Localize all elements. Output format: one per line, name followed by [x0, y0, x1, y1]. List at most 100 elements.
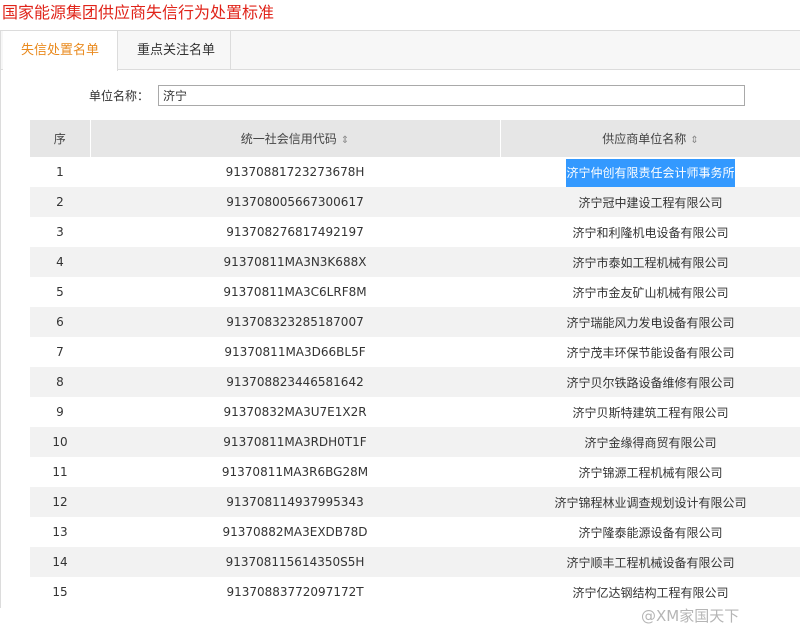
cell-index-text: 9	[56, 405, 64, 419]
cell-credit-code: 913708823446581642	[90, 367, 500, 397]
cell-credit-code-text: 913708005667300617	[226, 195, 364, 209]
cell-supplier-name-text: 济宁隆泰能源设备有限公司	[578, 525, 723, 540]
table-row[interactable]: 15 91370883772097172T 济宁亿达钢结构工程有限公司	[30, 577, 800, 607]
cell-credit-code-text: 91370832MA3U7E1X2R	[223, 405, 367, 419]
cell-credit-code: 91370811MA3RDH0T1F	[90, 427, 500, 457]
cell-supplier-name-text: 济宁市金友矿山机械有限公司	[572, 285, 729, 300]
tab-watch-list[interactable]: 重点关注名单	[119, 31, 231, 70]
table-row[interactable]: 4 91370811MA3N3K688X 济宁市泰如工程机械有限公司	[30, 247, 800, 277]
cell-index: 15	[30, 577, 90, 607]
cell-supplier-name: 济宁冠中建设工程有限公司	[500, 187, 800, 217]
table-row[interactable]: 2 913708005667300617 济宁冠中建设工程有限公司	[30, 187, 800, 217]
cell-credit-code: 913708114937995343	[90, 487, 500, 517]
cell-credit-code: 91370832MA3U7E1X2R	[90, 397, 500, 427]
cell-credit-code: 91370811MA3N3K688X	[90, 247, 500, 277]
sort-icon[interactable]: ⇕	[690, 135, 698, 146]
cell-supplier-name: 济宁顺丰工程机械设备有限公司	[500, 547, 800, 577]
cell-supplier-name: 济宁亿达钢结构工程有限公司	[500, 577, 800, 607]
cell-supplier-name: 济宁茂丰环保节能设备有限公司	[500, 337, 800, 367]
cell-index: 7	[30, 337, 90, 367]
cell-credit-code: 913708115614350S5H	[90, 547, 500, 577]
cell-index: 5	[30, 277, 90, 307]
cell-supplier-name: 济宁贝斯特建筑工程有限公司	[500, 397, 800, 427]
cell-credit-code-text: 91370811MA3C6LRF8M	[223, 285, 367, 299]
sort-icon[interactable]: ⇕	[341, 135, 349, 146]
company-name-label: 单位名称：	[89, 89, 150, 103]
cell-supplier-name: 济宁锦源工程机械有限公司	[500, 457, 800, 487]
cell-supplier-name: 济宁瑞能风力发电设备有限公司	[500, 307, 800, 337]
cell-credit-code-text: 91370811MA3N3K688X	[223, 255, 367, 269]
table-row[interactable]: 5 91370811MA3C6LRF8M 济宁市金友矿山机械有限公司	[30, 277, 800, 307]
cell-supplier-name: 济宁市金友矿山机械有限公司	[500, 277, 800, 307]
cell-supplier-name: 济宁贝尔铁路设备维修有限公司	[500, 367, 800, 397]
tab-bar: 失信处置名单 重点关注名单	[1, 31, 800, 71]
cell-index: 13	[30, 517, 90, 547]
table-row[interactable]: 8 913708823446581642 济宁贝尔铁路设备维修有限公司	[30, 367, 800, 397]
cell-index: 12	[30, 487, 90, 517]
cell-index-text: 10	[52, 435, 68, 449]
cell-supplier-name-text: 济宁贝尔铁路设备维修有限公司	[566, 375, 735, 390]
cell-supplier-name-text: 济宁市泰如工程机械有限公司	[572, 255, 729, 270]
cell-supplier-name: 济宁仲创有限责任会计师事务所	[500, 157, 800, 187]
cell-credit-code-text: 913708114937995343	[226, 495, 364, 509]
column-header-code[interactable]: 统一社会信用代码 ⇕	[90, 120, 501, 157]
cell-index-text: 1	[56, 165, 64, 179]
cell-credit-code: 91370881723273678H	[90, 157, 500, 187]
table-row[interactable]: 3 913708276817492197 济宁和利隆机电设备有限公司	[30, 217, 800, 247]
cell-index-text: 11	[52, 465, 68, 479]
cell-index: 8	[30, 367, 90, 397]
cell-credit-code: 913708323285187007	[90, 307, 500, 337]
cell-credit-code: 91370811MA3R6BG28M	[90, 457, 500, 487]
cell-index-text: 14	[52, 555, 68, 569]
cell-credit-code-text: 91370882MA3EXDB78D	[222, 525, 368, 539]
cell-supplier-name-text: 济宁贝斯特建筑工程有限公司	[572, 405, 729, 420]
cell-credit-code-text: 91370811MA3D66BL5F	[224, 345, 366, 359]
cell-index: 4	[30, 247, 90, 277]
cell-credit-code-text: 913708276817492197	[226, 225, 364, 239]
cell-supplier-name-text: 济宁仲创有限责任会计师事务所	[566, 158, 735, 187]
cell-supplier-name-text: 济宁锦程林业调查规划设计有限公司	[554, 495, 747, 510]
cell-supplier-name-text: 济宁瑞能风力发电设备有限公司	[566, 315, 735, 330]
table-row[interactable]: 7 91370811MA3D66BL5F 济宁茂丰环保节能设备有限公司	[30, 337, 800, 367]
cell-credit-code: 91370883772097172T	[90, 577, 500, 607]
column-header-name-label: 供应商单位名称	[602, 132, 687, 146]
page-title: 国家能源集团供应商失信行为处置标准	[2, 3, 275, 22]
cell-credit-code-text: 913708115614350S5H	[225, 555, 365, 569]
cell-index: 6	[30, 307, 90, 337]
tab-dishonest-list[interactable]: 失信处置名单	[3, 31, 118, 71]
cell-supplier-name-text: 济宁和利隆机电设备有限公司	[572, 225, 729, 240]
cell-index: 14	[30, 547, 90, 577]
column-header-name[interactable]: 供应商单位名称 ⇕	[500, 120, 800, 157]
supplier-table: 序 统一社会信用代码 ⇕ 供应商单位名称 ⇕ 1 91370881723273678H…	[30, 120, 800, 607]
cell-index-text: 5	[56, 285, 64, 299]
cell-index-text: 15	[52, 585, 68, 599]
company-name-input[interactable]	[158, 85, 745, 106]
cell-supplier-name-text: 济宁茂丰环保节能设备有限公司	[566, 345, 735, 360]
table-row[interactable]: 14 913708115614350S5H 济宁顺丰工程机械设备有限公司	[30, 547, 800, 577]
cell-index-text: 6	[56, 315, 64, 329]
cell-credit-code-text: 91370881723273678H	[225, 165, 365, 179]
cell-index-text: 8	[56, 375, 64, 389]
cell-index-text: 13	[52, 525, 68, 539]
cell-index-text: 2	[56, 195, 64, 209]
cell-index: 1	[30, 157, 90, 187]
cell-credit-code-text: 913708323285187007	[226, 315, 364, 329]
cell-credit-code: 91370811MA3C6LRF8M	[90, 277, 500, 307]
table-row[interactable]: 6 913708323285187007 济宁瑞能风力发电设备有限公司	[30, 307, 800, 337]
content-panel: 失信处置名单 重点关注名单 单位名称： 序 统一社会信用代码⇕ 供应商单位名称⇕…	[0, 30, 800, 625]
cell-index: 10	[30, 427, 90, 457]
table-row[interactable]: 1 91370881723273678H 济宁仲创有限责任会计师事务所	[30, 157, 800, 187]
column-header-index-label: 序	[53, 132, 66, 146]
cell-supplier-name: 济宁金缘得商贸有限公司	[500, 427, 800, 457]
cell-index-text: 3	[56, 225, 64, 239]
table-row[interactable]: 10 91370811MA3RDH0T1F 济宁金缘得商贸有限公司	[30, 427, 800, 457]
cell-index: 3	[30, 217, 90, 247]
table-row[interactable]: 9 91370832MA3U7E1X2R 济宁贝斯特建筑工程有限公司	[30, 397, 800, 427]
cell-supplier-name: 济宁锦程林业调查规划设计有限公司	[500, 487, 800, 517]
table-row[interactable]: 11 91370811MA3R6BG28M 济宁锦源工程机械有限公司	[30, 457, 800, 487]
cell-supplier-name-text: 济宁金缘得商贸有限公司	[584, 435, 717, 450]
table-row[interactable]: 13 91370882MA3EXDB78D 济宁隆泰能源设备有限公司	[30, 517, 800, 547]
table-row[interactable]: 12 913708114937995343 济宁锦程林业调查规划设计有限公司	[30, 487, 800, 517]
cell-index: 2	[30, 187, 90, 217]
cell-supplier-name: 济宁隆泰能源设备有限公司	[500, 517, 800, 547]
